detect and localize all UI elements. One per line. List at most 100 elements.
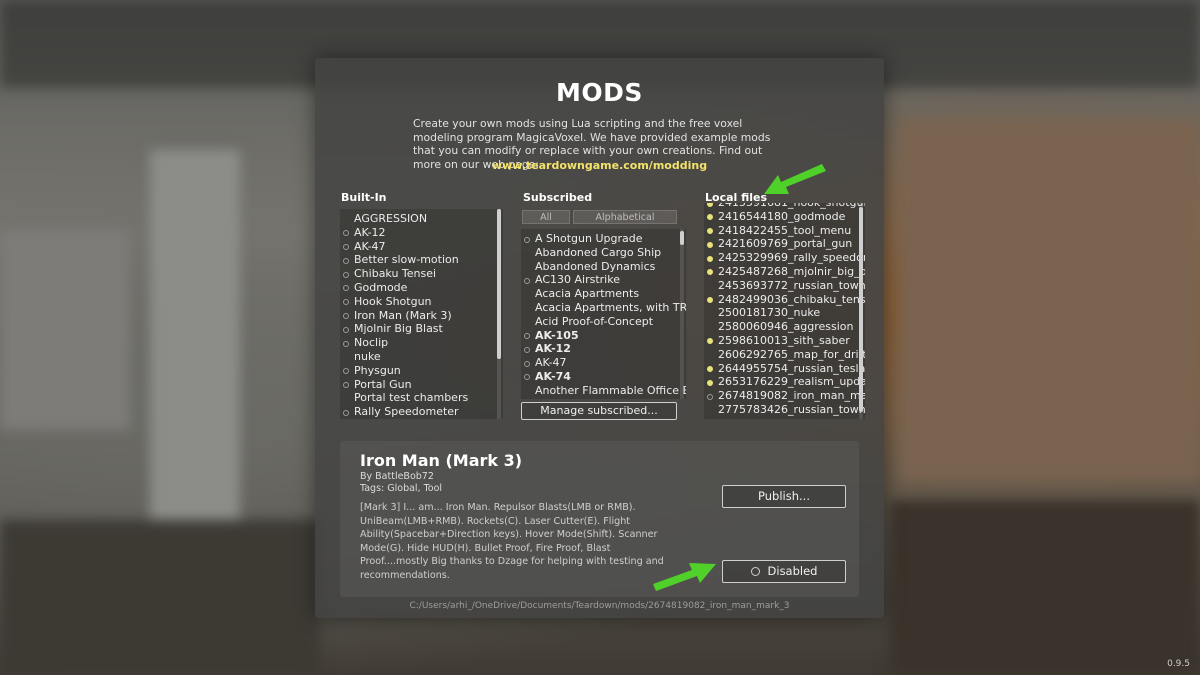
local-file-item-label: 2425329969_rally_speedom [718,251,865,265]
local-file-item-label: 2482499036_chibaku_tense [718,292,865,306]
subscribed-item[interactable]: Abandoned Dynamics [521,260,686,274]
local-file-item[interactable]: 2425329969_rally_speedom [704,251,865,265]
manage-subscribed-button[interactable]: Manage subscribed... [521,402,677,420]
builtin-scrollbar[interactable] [497,209,501,419]
builtin-item-label: Hook Shotgun [354,294,432,308]
enabled-dot-icon [707,203,713,207]
local-file-item-label: 2453693772_russian_town_ [718,278,865,292]
builtin-item-label: Godmode [354,280,408,294]
subscribed-item-label: AK-105 [535,328,579,342]
local-file-item[interactable]: 2775783426_russian_town_ [704,403,865,417]
blurred-tower [150,150,240,530]
builtin-item[interactable]: AK-47 [340,240,503,254]
builtin-item[interactable]: Chibaku Tensei [340,267,503,281]
local-file-item[interactable]: 2598610013_sith_saber [704,334,865,348]
local-file-item[interactable]: 2580060946_aggression [704,320,865,334]
enabled-dot-icon [707,379,713,386]
builtin-item[interactable]: Hook Shotgun [340,295,503,309]
annotation-arrow-local-icon [764,164,826,194]
builtin-item[interactable]: Noclip [340,336,503,350]
builtin-item[interactable]: nuke [340,350,503,364]
subscribed-item[interactable]: AK-12 [521,342,686,356]
builtin-item[interactable]: AK-12 [340,226,503,240]
subscribed-item[interactable]: A Shotgun Upgrade [521,232,686,246]
radio-icon [750,567,760,576]
builtin-item-label: Physgun [354,363,401,377]
subscribed-item-label: AK-74 [535,369,571,383]
radio-dot-icon [524,277,530,284]
subscribed-item[interactable]: Acid Proof-of-Concept [521,315,686,329]
subscribed-scroll-thumb[interactable] [680,231,684,245]
sort-alphabetical-button[interactable]: Alphabetical [573,210,677,224]
local-file-item-label: 2425487268_mjolnir_big_bl [718,264,865,278]
annotation-arrow-disabled-icon [653,563,716,591]
enabled-dot-icon [707,228,713,235]
subscribed-item-label: Another Flammable Office B [535,383,686,397]
radio-dot-icon [343,230,349,237]
subscribed-item-label: Acid Proof-of-Concept [535,314,654,328]
enabled-dot-icon [707,297,713,304]
subscribed-item-label: A Shotgun Upgrade [535,232,643,245]
subscribed-list[interactable]: A Shotgun Upgrade Abandoned Cargo Ship Aba… [521,229,686,399]
builtin-item[interactable]: Better slow-motion [340,253,503,267]
builtin-item[interactable]: Rally Speedometer [340,405,503,419]
builtin-item[interactable]: Portal Gun [340,378,503,392]
subscribed-item[interactable]: AK-47 [521,356,686,370]
builtin-item-label: Better slow-motion [354,253,459,267]
local-file-item[interactable]: 2425487268_mjolnir_big_bl [704,265,865,279]
subscribed-item[interactable]: AC130 Airstrike [521,273,686,287]
filter-all-button[interactable]: All [522,210,570,224]
subscribed-item[interactable]: AK-105 [521,329,686,343]
enable-state-label: Disabled [767,564,818,578]
subscribed-item[interactable]: AK-74 [521,370,686,384]
subscribed-item[interactable]: Acacia Apartments, with TRA [521,301,686,315]
builtin-item-label: AK-12 [354,225,386,239]
builtin-item-label: Portal test chambers [354,391,469,405]
local-file-item[interactable]: 2606292765_map_for_drift [704,348,865,362]
local-file-item-label: 2421609769_portal_gun [718,237,853,251]
radio-dot-icon [343,299,349,306]
builtin-item[interactable]: Portal test chambers [340,391,503,405]
local-file-item-label: 2415591681_hook_shotgun [718,203,865,209]
local-file-item-label: 2500181730_nuke [718,306,821,320]
local-file-item[interactable]: 2453693772_russian_town_ [704,279,865,293]
local-file-item[interactable]: 2418422455_tool_menu [704,224,865,238]
builtin-item[interactable]: Iron Man (Mark 3) [340,309,503,323]
radio-dot-icon [343,271,349,278]
local-file-item[interactable]: 2500181730_nuke [704,306,865,320]
subscribed-scrollbar[interactable] [680,229,684,399]
local-files-list[interactable]: 2415591681_hook_shotgun2416544180_godmod… [704,203,865,419]
enabled-dot-icon [707,214,713,221]
builtin-item[interactable]: Mjolnir Big Blast [340,322,503,336]
builtin-item[interactable]: AGGRESSION [340,212,503,226]
publish-button[interactable]: Publish... [722,485,846,508]
subscribed-item[interactable]: Acacia Apartments [521,287,686,301]
builtin-list[interactable]: AGGRESSION AK-12 AK-47 Better slow-motion Ch… [340,209,503,419]
local-file-item[interactable]: 2644955754_russian_tesla_ [704,362,865,376]
local-scrollbar[interactable] [859,203,863,419]
local-file-item[interactable]: 2416544180_godmode [704,210,865,224]
radio-dot-icon [343,326,349,333]
local-scroll-thumb[interactable] [859,207,863,412]
subscribed-item[interactable]: Abandoned Cargo Ship [521,246,686,260]
builtin-item[interactable]: Godmode [340,281,503,295]
local-file-item[interactable]: 2482499036_chibaku_tense [704,293,865,307]
local-file-item[interactable]: 2421609769_portal_gun [704,237,865,251]
builtin-scroll-thumb[interactable] [497,209,501,359]
builtin-item[interactable]: Physgun [340,364,503,378]
local-file-item-label: 2653176229_realism_updat [718,375,865,389]
version-label: 0.9.5 [1167,659,1190,669]
page-title: MODS [556,78,643,107]
subscribed-item-label: Abandoned Dynamics [535,259,656,273]
enable-toggle-button[interactable]: Disabled [722,560,846,583]
subscribed-item[interactable]: Another Flammable Office B [521,384,686,398]
local-file-item-label: 2674819082_iron_man_mar [718,389,865,403]
local-file-item[interactable]: 2415591681_hook_shotgun [704,203,865,210]
local-file-item[interactable]: 2653176229_realism_updat [704,375,865,389]
radio-dot-icon [524,236,530,243]
local-file-item-label: 2644955754_russian_tesla_ [718,361,865,375]
local-file-item[interactable]: 2674819082_iron_man_mar [704,389,865,403]
blurred-building-right [900,120,1200,480]
radio-dot-icon [343,368,349,375]
radio-dot-icon [343,340,349,347]
